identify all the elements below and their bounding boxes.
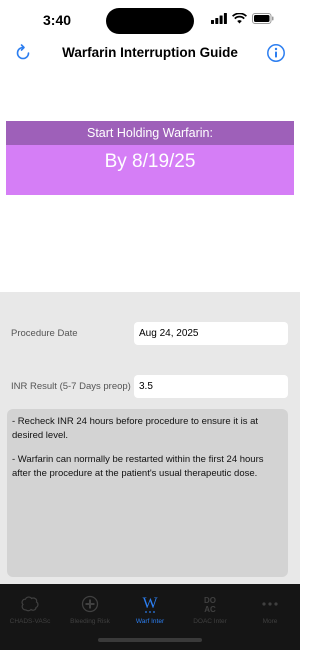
- tab-chads-vasc[interactable]: CHADS-VASc: [0, 594, 60, 628]
- status-icons: [211, 13, 274, 24]
- home-indicator: [98, 638, 202, 642]
- more-dots-icon: [262, 602, 278, 606]
- inr-result-field[interactable]: 3.5: [134, 375, 288, 398]
- svg-text:W: W: [142, 595, 158, 612]
- tab-warf-inter[interactable]: W Warf Inter: [120, 594, 180, 628]
- hold-date: By 8/19/25: [6, 145, 294, 195]
- wifi-icon: [232, 13, 247, 24]
- svg-text:DO: DO: [204, 596, 216, 605]
- svg-text:AC: AC: [204, 605, 216, 614]
- tab-bleeding-risk[interactable]: Bleeding Risk: [60, 594, 120, 628]
- tab-label: Bleeding Risk: [70, 618, 110, 625]
- signal-icon: [211, 13, 227, 24]
- plus-circle-icon: [81, 595, 99, 613]
- note-text: - Warfarin can normally be restarted wit…: [12, 454, 264, 479]
- tab-label: CHADS-VASc: [9, 618, 51, 625]
- brain-icon: [21, 596, 39, 612]
- procedure-date-label: Procedure Date: [11, 328, 78, 339]
- note-text: - Recheck INR 24 hours before procedure …: [12, 416, 259, 441]
- nav-title: Warfarin Interruption Guide: [62, 45, 238, 60]
- battery-icon: [252, 13, 274, 24]
- tab-label: More: [262, 618, 278, 625]
- status-time: 3:40: [43, 12, 72, 28]
- inr-result-label: INR Result (5-7 Days preop): [11, 381, 131, 392]
- tab-label: Warf Inter: [135, 618, 165, 625]
- doac-icon: DO AC: [204, 596, 216, 614]
- tab-label: DOAC Inter: [193, 618, 227, 625]
- notes-box: - Recheck INR 24 hours before procedure …: [7, 409, 288, 577]
- status-bar: 3:40: [0, 0, 300, 40]
- hold-header: Start Holding Warfarin:: [6, 121, 294, 145]
- procedure-date-field[interactable]: Aug 24, 2025: [134, 322, 288, 345]
- info-icon[interactable]: [266, 43, 286, 63]
- dynamic-island: [106, 8, 194, 34]
- warfarin-w-icon: W: [142, 595, 158, 613]
- nav-bar: Warfarin Interruption Guide: [0, 38, 300, 70]
- tab-doac-inter[interactable]: DO AC DOAC Inter: [180, 594, 240, 628]
- tab-more[interactable]: More: [240, 594, 300, 628]
